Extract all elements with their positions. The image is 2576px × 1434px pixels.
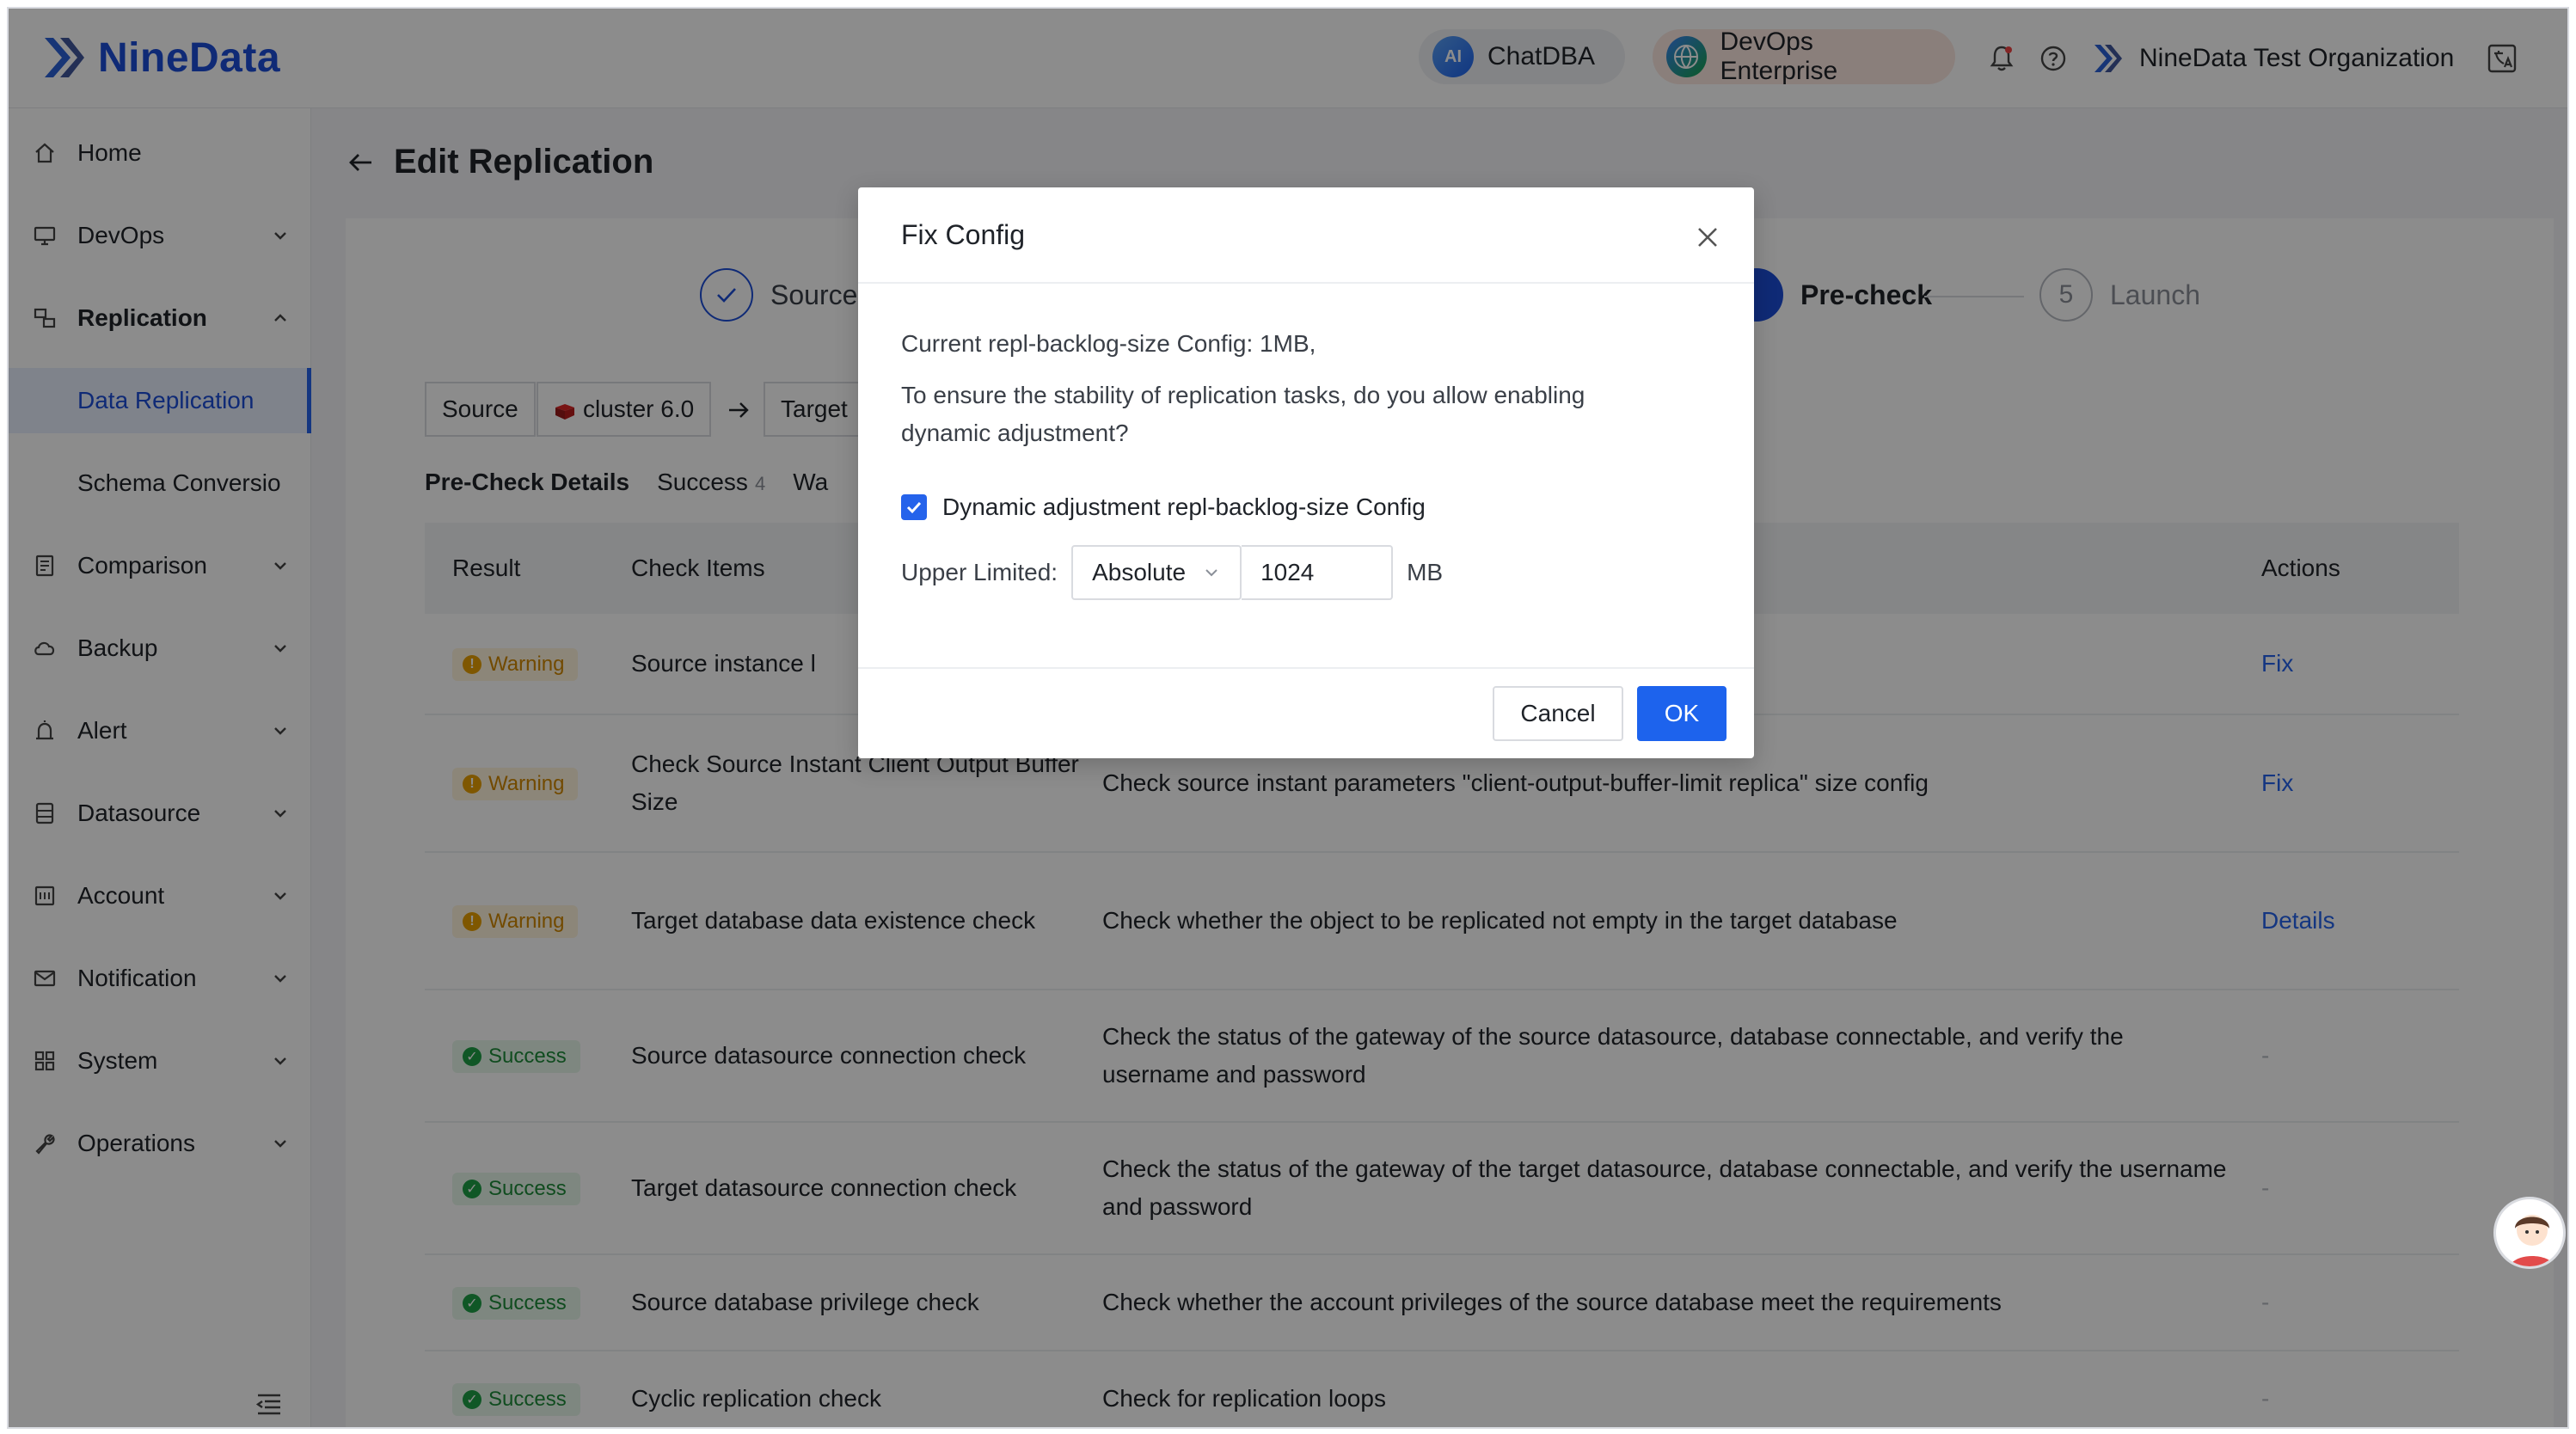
current-config-text: Current repl-backlog-size Config: 1MB,	[901, 330, 1316, 357]
limit-value-input[interactable]	[1242, 545, 1394, 600]
limit-type-value: Absolute	[1092, 559, 1187, 585]
upper-limit-label: Upper Limited:	[901, 559, 1058, 585]
dialog-title: Fix Config	[858, 187, 1754, 284]
close-icon[interactable]	[1694, 224, 1721, 251]
app-window: NineData AI ChatDBA DevOps Enterprise Ni…	[7, 7, 2569, 1429]
limit-type-select[interactable]: Absolute	[1071, 545, 1242, 600]
fix-config-dialog: Fix Config Current repl-backlog-size Con…	[858, 187, 1754, 758]
cancel-button[interactable]: Cancel	[1493, 686, 1623, 741]
upper-limit-row: Upper Limited: Absolute MB	[901, 545, 1443, 600]
checkbox-checked-icon[interactable]	[901, 494, 927, 520]
checkbox-label: Dynamic adjustment repl-backlog-size Con…	[942, 493, 1426, 520]
dialog-question-text: To ensure the stability of replication t…	[901, 382, 1585, 446]
assistant-avatar[interactable]	[2493, 1197, 2566, 1269]
unit-label: MB	[1407, 559, 1444, 585]
ok-button[interactable]: OK	[1637, 686, 1727, 741]
dialog-footer: Cancel OK	[858, 667, 1754, 758]
dialog-body: Current repl-backlog-size Config: 1MB, T…	[901, 325, 1711, 600]
dynamic-adjustment-checkbox[interactable]: Dynamic adjustment repl-backlog-size Con…	[901, 493, 1426, 521]
chevron-down-icon	[1205, 569, 1217, 577]
